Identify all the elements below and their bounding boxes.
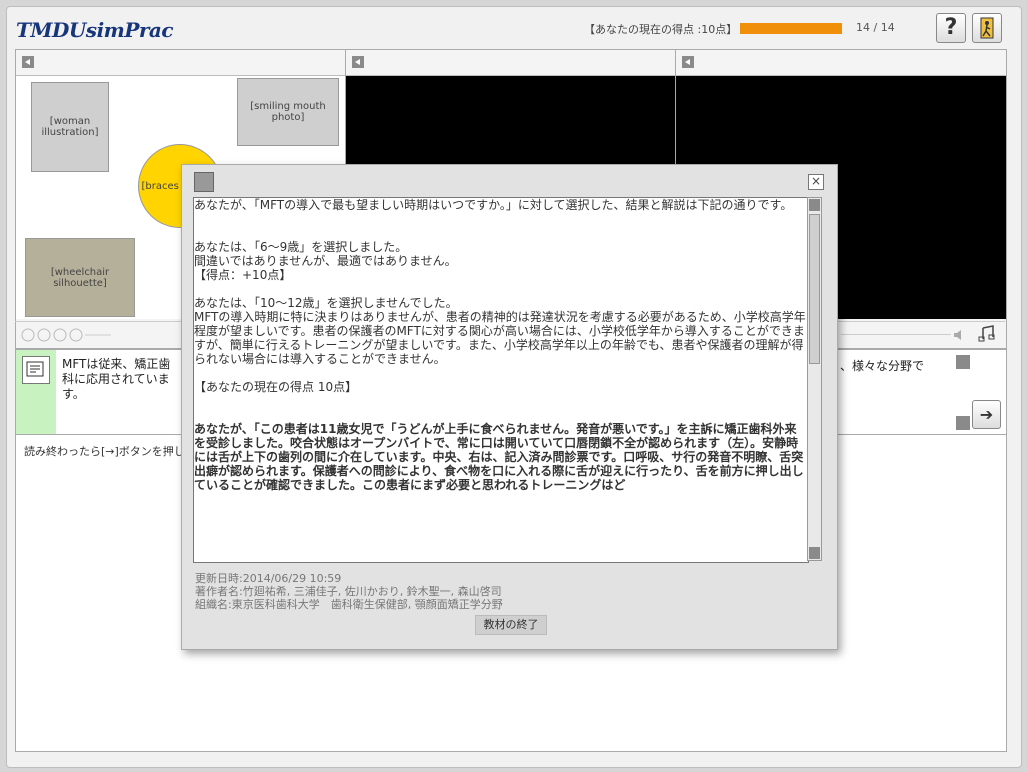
- current-score-text: 【あなたの現在の得点 10点】: [194, 380, 358, 394]
- note-text: MFTは従来、矯正歯科に応用されています。: [62, 357, 171, 401]
- explanation-text: MFTの導入時期に特に決まりはありませんが、患者の精神的は発達状況を考慮する必要…: [194, 310, 806, 366]
- panel-bar: [676, 50, 1006, 76]
- instruction-text: 読み終わったら[→]ボタンを押して: [24, 445, 196, 458]
- intro-text: あなたが、「MFTの導入で最も望ましい時期はいつですか。」に対して選択した、結果…: [194, 198, 793, 212]
- selected-score: 【得点：+10点】: [194, 268, 292, 282]
- panel-bar: [346, 50, 675, 76]
- scroll-thumb[interactable]: [809, 214, 820, 364]
- note-glyph: [26, 361, 44, 377]
- score-label: 【あなたの現在の得点 :10点】: [584, 23, 738, 36]
- not-selected-text: あなたは、「10〜12歳」を選択しませんでした。: [194, 296, 458, 310]
- selected-note: 間違いではありませんが、最適ではありません。: [194, 254, 457, 268]
- exit-door-icon: [980, 17, 994, 39]
- organization: 組織名:東京医科歯科大学 歯科衛生保健部, 顎顔面矯正学分野: [195, 598, 503, 611]
- panel-bar: [16, 50, 345, 76]
- result-content: あなたが、「MFTの導入で最も望ましい時期はいつですか。」に対して選択した、結果…: [193, 197, 809, 563]
- note-text-right: 、様々な分野で: [840, 359, 925, 373]
- smile-image: [smiling mouth photo]: [237, 78, 339, 146]
- authors: 著作者名:竹廻祐希, 三浦佳子, 佐川かおり, 鈴木聖一, 森山啓司: [195, 585, 502, 598]
- selected-text: あなたは、「6〜9歳」を選択しました。: [194, 240, 408, 254]
- app-logo: TMDUsimPrac: [16, 18, 174, 42]
- finish-button[interactable]: 教材の終了: [475, 615, 547, 635]
- scroll-down-icon[interactable]: [809, 547, 820, 559]
- woman-image: [woman illustration]: [31, 82, 109, 172]
- exit-button[interactable]: [972, 13, 1002, 43]
- progress-count: 14 / 14: [856, 21, 895, 34]
- music-note-icon[interactable]: [977, 324, 997, 344]
- arrow-left-icon[interactable]: [682, 56, 694, 68]
- print-icon[interactable]: [194, 172, 214, 192]
- playback-icons[interactable]: [21, 328, 111, 344]
- close-button[interactable]: ×: [808, 174, 824, 190]
- next-question-text: あなたが、「この患者は11歳女児で「うどんが上手に食べられません。発音が悪いです…: [194, 422, 804, 492]
- wheelchair-image: [wheelchair silhouette]: [25, 238, 135, 317]
- note-icon-column: [16, 350, 56, 434]
- note-icon[interactable]: [22, 356, 50, 384]
- volume-icon[interactable]: [953, 329, 967, 341]
- help-button[interactable]: ?: [936, 13, 966, 43]
- arrow-left-icon[interactable]: [352, 56, 364, 68]
- scroll-up-icon[interactable]: [809, 199, 820, 211]
- content-scrollbar[interactable]: [807, 197, 822, 561]
- arrow-left-icon[interactable]: [22, 56, 34, 68]
- metadata: 更新日時:2014/06/29 10:59 著作者名:竹廻祐希, 三浦佳子, 佐…: [195, 572, 503, 611]
- seek-bar[interactable]: [841, 334, 951, 335]
- progress-bar: [740, 23, 842, 34]
- result-dialog: × あなたが、「MFTの導入で最も望ましい時期はいつですか。」に対して選択した、…: [181, 164, 838, 650]
- next-button[interactable]: ➔: [972, 400, 1001, 429]
- updated-date: 更新日時:2014/06/29 10:59: [195, 572, 342, 585]
- scroll-down-icon[interactable]: [956, 416, 970, 430]
- scroll-up-icon[interactable]: [956, 355, 970, 369]
